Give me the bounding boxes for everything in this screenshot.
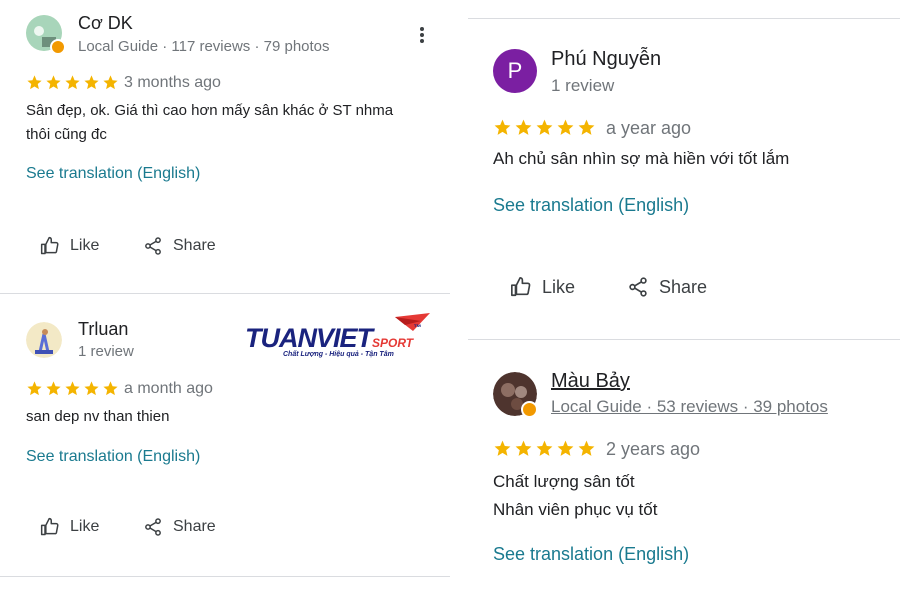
like-button[interactable]: Like bbox=[510, 276, 575, 298]
logo-sub: SPORT bbox=[372, 336, 414, 350]
see-translation-link[interactable]: See translation (English) bbox=[26, 448, 200, 466]
review-text: Sân đẹp, ok. Giá thì cao hơn mấy sân khá… bbox=[26, 99, 436, 147]
logo-tagline: Chất Lượng - Hiệu quả - Tận Tâm bbox=[283, 351, 394, 358]
star-icon bbox=[84, 75, 99, 90]
star-rating bbox=[493, 439, 596, 458]
review-text-line: Chất lượng sân tốt bbox=[493, 472, 635, 491]
local-guide-badge bbox=[50, 39, 66, 55]
share-icon bbox=[143, 517, 163, 537]
review-time: 3 months ago bbox=[124, 74, 221, 91]
star-icon bbox=[65, 75, 80, 90]
reviewer-name[interactable]: Phú Nguyễn bbox=[551, 48, 661, 71]
review-time: 2 years ago bbox=[606, 439, 701, 459]
local-guide-badge bbox=[521, 401, 538, 418]
review-text: Chất lượng sân tốt Nhân viên phục vụ tốt bbox=[493, 468, 893, 524]
see-translation-link[interactable]: See translation (English) bbox=[26, 165, 200, 183]
reviewer-name[interactable]: Trluan bbox=[78, 319, 128, 340]
see-translation-link[interactable]: See translation (English) bbox=[493, 544, 689, 565]
divider bbox=[0, 576, 450, 577]
review-text-line: san dep nv than thien bbox=[26, 408, 170, 425]
reviewer-name[interactable]: Cơ DK bbox=[78, 13, 133, 34]
star-icon bbox=[515, 440, 532, 456]
tuanviet-sport-logo: TUANVIETSPORT ™ Chất Lượng - Hiệu quả - T… bbox=[245, 309, 435, 365]
see-translation-link[interactable]: See translation (English) bbox=[493, 195, 689, 216]
thumbs-up-icon bbox=[510, 276, 532, 298]
review-text: san dep nv than thien bbox=[26, 405, 436, 429]
star-icon bbox=[578, 119, 595, 135]
star-icon bbox=[536, 119, 553, 135]
like-button[interactable]: Like bbox=[40, 236, 99, 256]
share-button[interactable]: Share bbox=[143, 517, 216, 537]
star-icon bbox=[46, 75, 61, 90]
avatar-image bbox=[26, 322, 62, 358]
divider bbox=[0, 293, 450, 294]
reviewer-meta[interactable]: 1 review bbox=[78, 343, 134, 360]
star-icon bbox=[536, 440, 553, 456]
divider bbox=[468, 18, 900, 19]
share-label: Share bbox=[173, 237, 216, 254]
review-text-line: Nhân viên phục vụ tốt bbox=[493, 500, 658, 519]
share-button[interactable]: Share bbox=[143, 236, 216, 256]
star-rating bbox=[26, 74, 119, 91]
more-options-icon[interactable] bbox=[414, 27, 430, 43]
star-icon bbox=[103, 75, 118, 90]
review-text-line: thôi cũng đc bbox=[26, 126, 107, 143]
reviewer-meta[interactable]: Local Guide · 53 reviews · 39 photos bbox=[551, 397, 828, 417]
reviewer-meta[interactable]: 1 review bbox=[551, 76, 614, 96]
like-button[interactable]: Like bbox=[40, 517, 99, 537]
divider bbox=[468, 339, 900, 340]
logo-brand: TUANVIET bbox=[245, 323, 373, 353]
star-rating bbox=[493, 118, 596, 137]
avatar[interactable] bbox=[26, 322, 62, 358]
thumbs-up-icon bbox=[40, 236, 60, 256]
star-icon bbox=[494, 440, 511, 456]
review-time: a year ago bbox=[606, 118, 692, 138]
like-label: Like bbox=[542, 276, 576, 297]
avatar[interactable]: P bbox=[493, 49, 537, 93]
like-label: Like bbox=[70, 518, 100, 535]
star-icon bbox=[27, 75, 42, 90]
thumbs-up-icon bbox=[40, 517, 60, 537]
review-text-line: Ah chủ sân nhìn sợ mà hiền với tốt lắm bbox=[493, 149, 790, 168]
star-icon bbox=[557, 119, 574, 135]
review-text-line: Sân đẹp, ok. Giá thì cao hơn mấy sân khá… bbox=[26, 102, 394, 119]
reviewer-name[interactable]: Màu Bảy bbox=[551, 370, 630, 393]
share-label: Share bbox=[659, 276, 708, 297]
share-icon bbox=[627, 276, 649, 298]
share-label: Share bbox=[173, 518, 216, 535]
review-text: Ah chủ sân nhìn sợ mà hiền với tốt lắm bbox=[493, 146, 893, 172]
like-label: Like bbox=[70, 237, 100, 254]
logo-tm: ™ bbox=[413, 323, 421, 332]
logo-brand-text: TUANVIETSPORT ™ bbox=[245, 323, 421, 354]
star-icon bbox=[46, 381, 61, 396]
review-time: a month ago bbox=[124, 380, 213, 397]
star-icon bbox=[578, 440, 595, 456]
star-icon bbox=[84, 381, 99, 396]
star-icon bbox=[515, 119, 532, 135]
star-icon bbox=[557, 440, 574, 456]
share-icon bbox=[143, 236, 163, 256]
avatar-letter: P bbox=[507, 58, 523, 83]
share-button[interactable]: Share bbox=[627, 276, 707, 298]
star-icon bbox=[27, 381, 42, 396]
star-icon bbox=[103, 381, 118, 396]
reviewer-meta[interactable]: Local Guide · 117 reviews · 79 photos bbox=[78, 38, 330, 55]
star-icon bbox=[65, 381, 80, 396]
star-icon bbox=[494, 119, 511, 135]
star-rating bbox=[26, 380, 119, 397]
